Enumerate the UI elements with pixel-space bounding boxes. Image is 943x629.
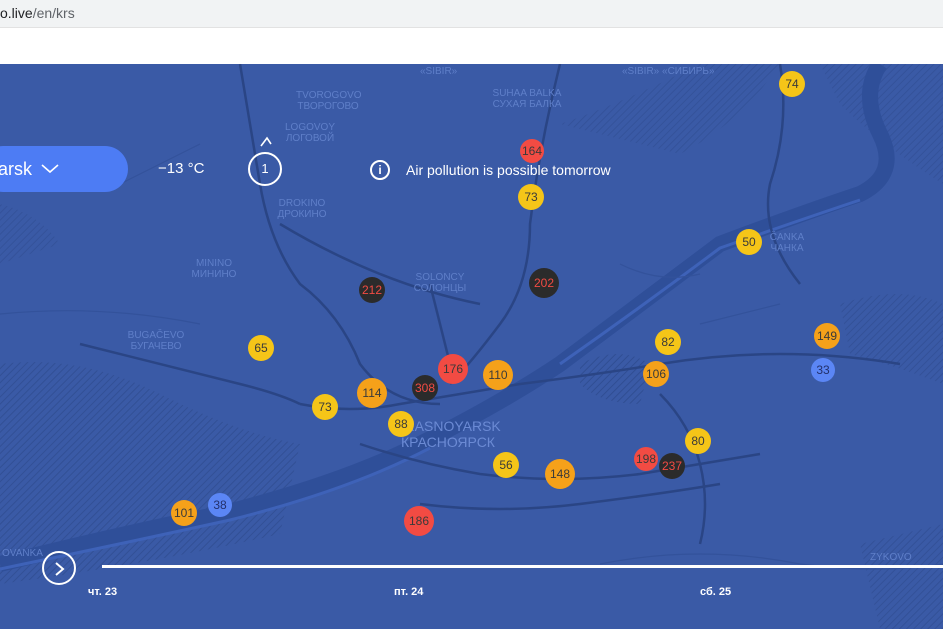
aqi-marker[interactable]: 110	[483, 360, 513, 390]
aqi-marker[interactable]: 73	[312, 394, 338, 420]
timeline-tick-sat[interactable]: сб. 25	[700, 586, 731, 598]
aqi-marker[interactable]: 106	[643, 361, 669, 387]
aqi-marker[interactable]: 212	[359, 277, 385, 303]
aqi-marker[interactable]: 308	[412, 375, 438, 401]
forecast-days-button[interactable]: 1	[248, 152, 282, 186]
map-label-minino: MININO МИНИНО	[191, 258, 237, 280]
map-label-drokino: DROKINO ДРОКИНО	[277, 198, 327, 220]
map-label-tvorogovo: TVOROGOVO ТВОРОГОВО	[296, 90, 362, 112]
pollution-alert-text: Air pollution is possible tomorrow	[406, 162, 611, 178]
air-quality-map[interactable]: «SIBIR» «SIBIR» «СИБИРЬ» TVOROGOVO ТВОРО…	[0, 64, 943, 629]
map-label-sibir-2: «SIBIR» «СИБИРЬ»	[622, 66, 715, 77]
map-label-sukhaya-balka: SUHAA BALKA СУХАЯ БАЛКА	[492, 88, 562, 110]
play-button[interactable]	[42, 551, 76, 585]
aqi-marker[interactable]: 186	[404, 506, 434, 536]
map-label-logovoy: LOGOVOY ЛОГОВОЙ	[284, 122, 335, 144]
url-text[interactable]: o.live/en/krs	[0, 5, 75, 21]
aqi-marker[interactable]: 65	[248, 335, 274, 361]
aqi-marker[interactable]: 50	[736, 229, 762, 255]
aqi-marker[interactable]: 33	[811, 358, 835, 382]
aqi-marker[interactable]: 164	[520, 139, 544, 163]
timeline-tick-thu[interactable]: чт. 23	[88, 586, 117, 598]
aqi-marker[interactable]: 82	[655, 329, 681, 355]
url-path: /en/krs	[32, 5, 75, 21]
url-host: o.live	[0, 5, 33, 21]
city-selector-button[interactable]: arsk	[0, 146, 128, 192]
info-circle-icon: i	[370, 160, 390, 180]
chevron-down-icon	[40, 146, 60, 192]
aqi-marker[interactable]: 38	[208, 493, 232, 517]
aqi-marker[interactable]: 73	[518, 184, 544, 210]
timeline-track[interactable]	[102, 565, 943, 568]
aqi-marker[interactable]: 176	[438, 354, 468, 384]
aqi-marker[interactable]: 202	[529, 268, 559, 298]
aqi-marker[interactable]: 198	[634, 447, 658, 471]
map-label-bugachevo: BUGAČEVO БУГАЧЕВО	[127, 330, 185, 352]
map-label-zykovo: ZYKOVO	[870, 552, 912, 563]
aqi-marker[interactable]: 56	[493, 452, 519, 478]
caret-up-icon	[260, 136, 272, 147]
temperature: −13 °C	[158, 160, 205, 177]
aqi-marker[interactable]: 114	[357, 378, 387, 408]
map-label-sibir-1: «SIBIR»	[420, 66, 458, 77]
aqi-marker[interactable]: 149	[814, 323, 840, 349]
timeline-tick-fri[interactable]: пт. 24	[394, 586, 423, 598]
page-top-gap	[0, 28, 943, 64]
play-arrow-icon	[55, 562, 65, 577]
aqi-marker[interactable]: 74	[779, 71, 805, 97]
aqi-marker[interactable]: 88	[388, 411, 414, 437]
aqi-marker[interactable]: 237	[659, 453, 685, 479]
aqi-marker[interactable]: 148	[545, 459, 575, 489]
browser-address-bar[interactable]: o.live/en/krs	[0, 0, 943, 28]
aqi-marker[interactable]: 80	[685, 428, 711, 454]
map-label-ovanka: OVANKA	[2, 548, 43, 559]
city-name: arsk	[0, 159, 33, 179]
map-label-sanka: ČANKA ЧАНКА	[769, 232, 805, 254]
map-label-solontsy: SOLONCY СОЛОНЦЫ	[413, 272, 467, 294]
aqi-marker[interactable]: 101	[171, 500, 197, 526]
